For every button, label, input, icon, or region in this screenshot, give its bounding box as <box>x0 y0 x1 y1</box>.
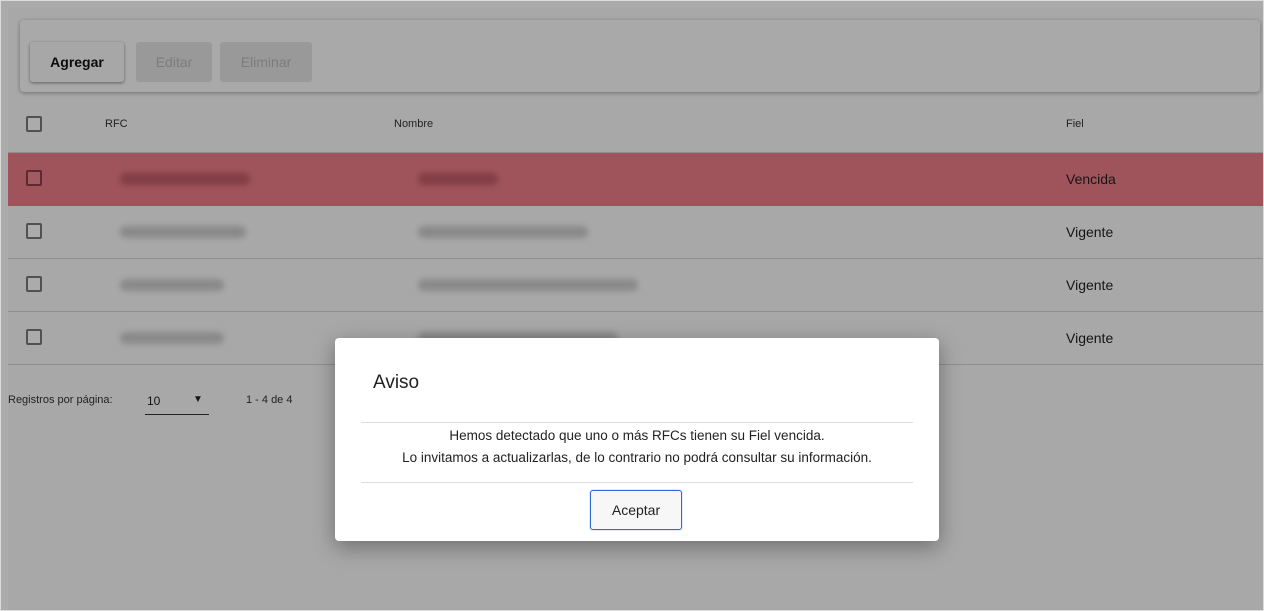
dialog-message-line-2: Lo invitamos a actualizarlas, de lo cont… <box>402 450 872 465</box>
dialog-title: Aviso <box>373 372 420 393</box>
divider <box>361 422 913 423</box>
accept-button[interactable]: Aceptar <box>590 490 682 530</box>
divider <box>361 482 913 483</box>
notice-dialog: Aviso Hemos detectado que uno o más RFCs… <box>335 338 939 541</box>
dialog-message-line-1: Hemos detectado que uno o más RFCs tiene… <box>449 428 825 443</box>
